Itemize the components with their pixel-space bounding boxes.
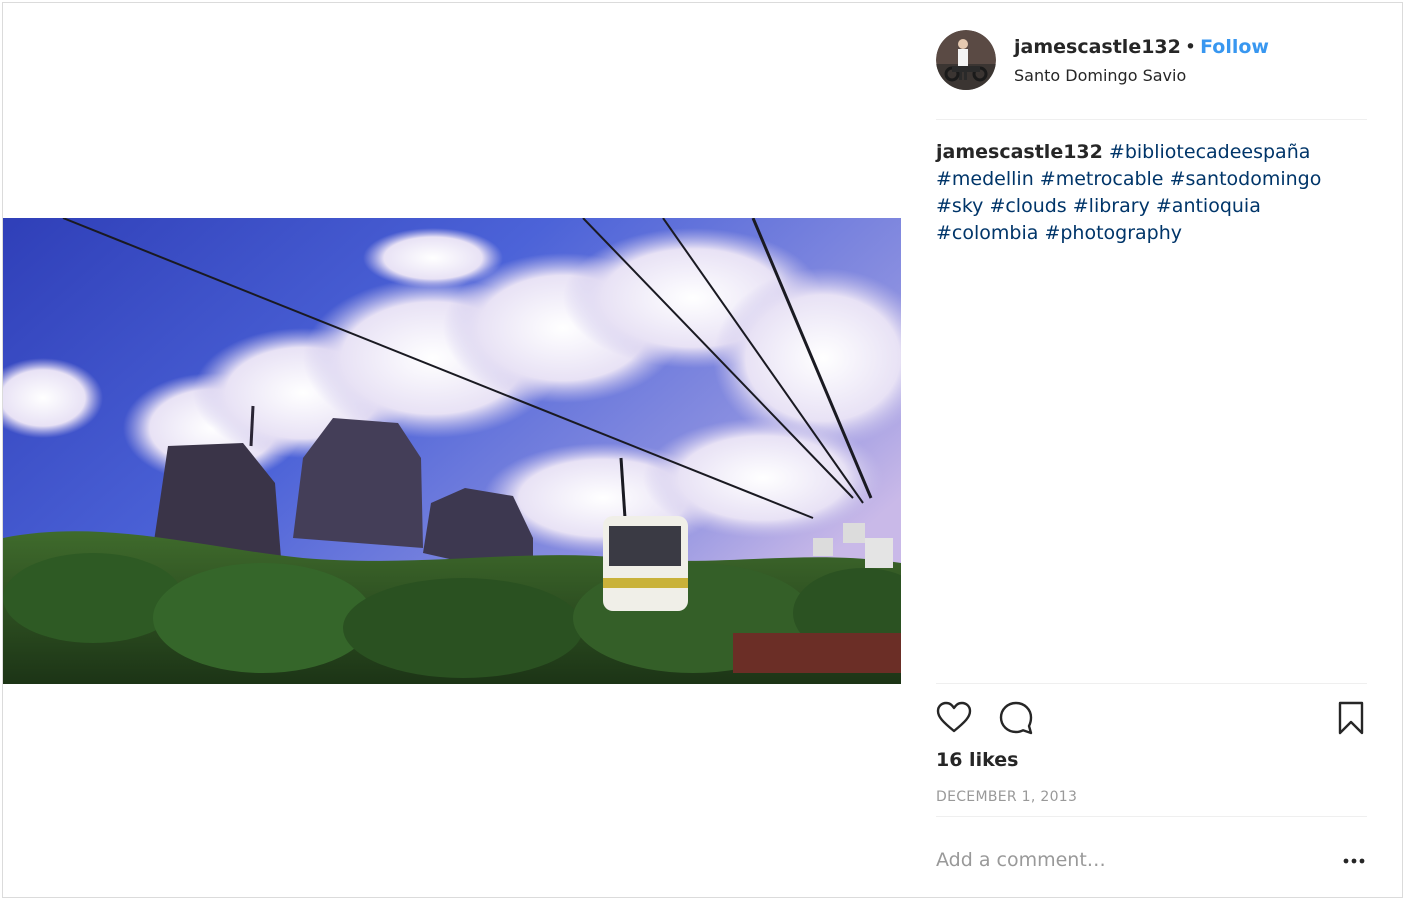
heart-icon[interactable] bbox=[936, 700, 972, 736]
ellipsis-icon[interactable] bbox=[1342, 851, 1366, 871]
post-sidebar: jamescastle132 • Follow Santo Domingo Savi… bbox=[936, 3, 1367, 897]
hashtag-link[interactable]: #photography bbox=[1044, 222, 1182, 244]
hashtag-link[interactable]: #antioquia bbox=[1156, 195, 1261, 217]
post-container: jamescastle132 • Follow Santo Domingo Savi… bbox=[2, 2, 1403, 898]
caption-username[interactable]: jamescastle132 bbox=[936, 141, 1103, 163]
bookmark-icon[interactable] bbox=[1333, 700, 1369, 736]
avatar[interactable] bbox=[936, 30, 996, 90]
header-user-line: jamescastle132 • Follow bbox=[1014, 36, 1269, 58]
hashtag-link[interactable]: #clouds bbox=[989, 195, 1066, 217]
hashtag-link[interactable]: #library bbox=[1073, 195, 1150, 217]
media-pane bbox=[3, 3, 901, 897]
likes-count[interactable]: 16 likes bbox=[936, 749, 1018, 771]
post-caption: jamescastle132 #bibliotecadeespaña #mede… bbox=[936, 139, 1367, 247]
hashtag-link[interactable]: #metrocable bbox=[1040, 168, 1164, 190]
hashtag-link[interactable]: #santodomingo bbox=[1170, 168, 1322, 190]
post-photo[interactable] bbox=[3, 218, 901, 684]
speech-bubble-icon[interactable] bbox=[998, 700, 1034, 736]
hashtag-link[interactable]: #sky bbox=[936, 195, 983, 217]
comment-bar bbox=[936, 816, 1367, 899]
bullet-separator: • bbox=[1184, 36, 1197, 58]
location-link[interactable]: Santo Domingo Savio bbox=[1014, 66, 1186, 85]
follow-button[interactable]: Follow bbox=[1200, 36, 1269, 58]
post-header: jamescastle132 • Follow Santo Domingo Savi… bbox=[936, 3, 1367, 120]
action-bar bbox=[936, 683, 1367, 754]
hashtag-link[interactable]: #colombia bbox=[936, 222, 1038, 244]
hashtag-link[interactable]: #bibliotecadeespaña bbox=[1109, 141, 1310, 163]
post-date: DECEMBER 1, 2013 bbox=[936, 789, 1078, 805]
header-username[interactable]: jamescastle132 bbox=[1014, 36, 1181, 58]
avatar-image bbox=[936, 30, 996, 90]
hashtag-link[interactable]: #medellin bbox=[936, 168, 1034, 190]
comment-input[interactable] bbox=[936, 843, 1316, 877]
